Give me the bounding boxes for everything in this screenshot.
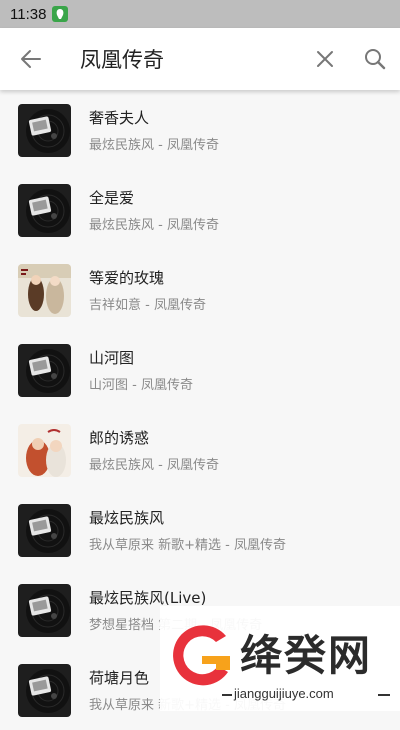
album-cover-disc-icon	[18, 343, 71, 397]
song-meta: 最炫民族风我从草原来 新歌+精选 - 凤凰传奇	[89, 507, 286, 553]
song-meta: 等爱的玫瑰吉祥如意 - 凤凰传奇	[89, 267, 206, 313]
song-meta: 山河图山河图 - 凤凰传奇	[89, 347, 193, 393]
search-icon	[365, 49, 386, 70]
watermark-url: jiangguijiuye.com	[234, 686, 334, 701]
watermark-logo-icon	[173, 625, 230, 686]
site-watermark: 绛癸网 jiangguijiuye.com	[160, 606, 400, 711]
song-subtitle: 我从草原来 新歌+精选 - 凤凰传奇	[89, 538, 286, 553]
song-meta: 全是爱最炫民族风 - 凤凰传奇	[89, 187, 219, 233]
list-item[interactable]: 全是爱最炫民族风 - 凤凰传奇	[0, 170, 400, 250]
arrow-left-icon	[21, 50, 41, 68]
song-subtitle: 山河图 - 凤凰传奇	[89, 378, 193, 393]
album-cover-disc-icon	[18, 503, 71, 557]
search-button[interactable]	[350, 28, 400, 90]
song-meta: 郎的诱惑最炫民族风 - 凤凰传奇	[89, 427, 219, 473]
close-icon	[317, 51, 333, 67]
album-cover-image	[18, 423, 71, 477]
list-item[interactable]: 等爱的玫瑰吉祥如意 - 凤凰传奇	[0, 250, 400, 330]
status-time: 11:38	[10, 5, 47, 23]
album-cover-image	[18, 263, 71, 317]
watermark-divider	[222, 694, 232, 696]
song-subtitle: 最炫民族风 - 凤凰传奇	[89, 218, 219, 233]
album-cover-disc-icon	[18, 583, 71, 637]
list-item[interactable]: 最炫民族风我从草原来 新歌+精选 - 凤凰传奇	[0, 490, 400, 570]
song-subtitle: 吉祥如意 - 凤凰传奇	[89, 298, 206, 313]
clear-button[interactable]	[300, 28, 350, 90]
song-title: 山河图	[89, 349, 135, 367]
back-button[interactable]	[0, 28, 62, 90]
album-cover-disc-icon	[18, 663, 71, 717]
song-meta: 奢香夫人最炫民族风 - 凤凰传奇	[89, 107, 219, 153]
list-item[interactable]: 奢香夫人最炫民族风 - 凤凰传奇	[0, 90, 400, 170]
song-title: 郎的诱惑	[89, 429, 150, 447]
song-title: 等爱的玫瑰	[89, 269, 165, 287]
watermark-name: 绛癸网	[240, 631, 373, 680]
album-cover-disc-icon	[18, 183, 71, 237]
song-title: 全是爱	[89, 189, 135, 207]
song-subtitle: 最炫民族风 - 凤凰传奇	[89, 458, 219, 473]
song-title: 最炫民族风	[89, 509, 165, 527]
search-input[interactable]: 凤凰传奇	[62, 44, 300, 74]
list-item[interactable]: 郎的诱惑最炫民族风 - 凤凰传奇	[0, 410, 400, 490]
watermark-divider	[378, 694, 390, 696]
list-item[interactable]: 山河图山河图 - 凤凰传奇	[0, 330, 400, 410]
song-title: 最炫民族风(Live)	[89, 589, 207, 607]
search-toolbar: 凤凰传奇	[0, 28, 400, 90]
song-subtitle: 最炫民族风 - 凤凰传奇	[89, 138, 219, 153]
song-title: 奢香夫人	[89, 109, 150, 127]
album-cover-disc-icon	[18, 103, 71, 157]
notification-app-icon	[52, 6, 69, 22]
status-bar: 11:38	[0, 0, 400, 28]
